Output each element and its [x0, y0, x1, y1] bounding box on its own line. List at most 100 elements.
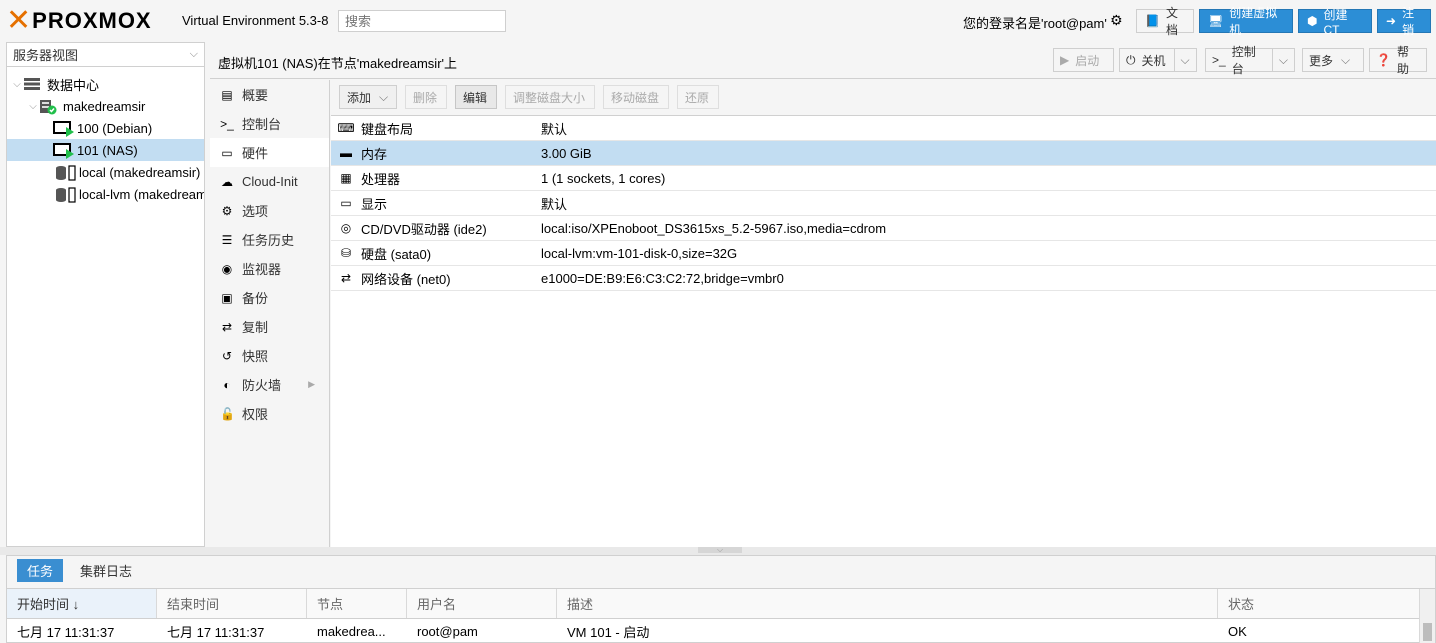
panel-splitter[interactable]: ⌵ — [0, 546, 1436, 555]
nav-permissions[interactable]: 🔓 权限 — [210, 399, 329, 428]
help-button[interactable]: ❓ 帮助 — [1369, 45, 1427, 76]
resize-disk-button[interactable]: 调整磁盘大小 — [505, 85, 595, 109]
keyboard-icon: ⌨ — [337, 121, 355, 135]
collapse-icon[interactable]: ⌵ — [27, 101, 39, 112]
content-header: 虚拟机101 (NAS)在节点'makedreamsir'上 ▶ 启动 ⏻ 关机… — [210, 42, 1436, 79]
col-description[interactable]: 描述 — [557, 589, 1218, 618]
cpu-icon: ▦ — [340, 171, 352, 185]
terminal-icon: >_ — [220, 116, 234, 131]
brand-name: PROXMOX — [32, 8, 152, 33]
chevron-down-icon: ⌵ — [1341, 52, 1351, 67]
hdd-icon: ⛁ — [340, 246, 352, 260]
create-ct-button[interactable]: ⬢ 创建CT — [1298, 8, 1372, 37]
retweet-icon: ⇄ — [221, 319, 233, 334]
product-version: Virtual Environment 5.3-8 — [182, 13, 329, 28]
table-row[interactable]: 七月 17 11:31:37 七月 17 11:31:37 makedrea..… — [7, 619, 1435, 643]
storage-icon — [55, 165, 76, 181]
console-button[interactable]: >_ 控制台 ⌵ — [1205, 45, 1295, 76]
vm-config-nav: ▤ 概要 >_ 控制台 ▭ 硬件 ☁ Cloud-Init ⚙ 选项 ☰ 任务历史 ◉ 监视器… — [210, 80, 330, 547]
nav-firewall[interactable]: ◐ 防火墙 ▶ — [210, 370, 329, 399]
docs-button[interactable]: 📘 文档 — [1136, 6, 1194, 37]
tree-item-datacenter[interactable]: ⌵ 数据中心 — [7, 73, 204, 95]
vm-running-icon — [53, 121, 74, 137]
hw-row-cdrom[interactable]: ◎ CD/DVD驱动器 (ide2) local:iso/XPEnoboot_D… — [331, 216, 1436, 241]
nav-console[interactable]: >_ 控制台 — [210, 109, 329, 138]
scrollbar-thumb[interactable] — [1423, 623, 1432, 641]
tab-cluster-log[interactable]: 集群日志 — [70, 559, 142, 582]
remove-button[interactable]: 删除 — [405, 85, 447, 109]
edit-button[interactable]: 编辑 — [455, 85, 497, 109]
move-disk-button[interactable]: 移动磁盘 — [603, 85, 669, 109]
nav-snapshots[interactable]: ↺ 快照 — [210, 341, 329, 370]
nav-hardware[interactable]: ▭ 硬件 — [210, 138, 329, 167]
cube-icon: ⬢ — [1307, 14, 1318, 28]
col-end-time[interactable]: 结束时间 — [157, 589, 307, 618]
tree-item-storage-local[interactable]: local (makedreamsir) — [7, 161, 204, 183]
hw-row-keyboard[interactable]: ⌨ 键盘布局 默认 — [331, 116, 1436, 141]
hw-row-network[interactable]: ⇄ 网络设备 (net0) e1000=DE:B9:E6:C3:C2:72,br… — [331, 266, 1436, 291]
nav-cloud-init[interactable]: ☁ Cloud-Init — [210, 167, 329, 196]
unlock-icon: 🔓 — [220, 406, 235, 421]
user-settings-gear-icon[interactable]: ⚙ — [1110, 12, 1123, 29]
col-start-time[interactable]: 开始时间 ↓ — [7, 589, 157, 618]
col-status[interactable]: 状态 — [1218, 589, 1421, 618]
sign-out-icon: ➜ — [1386, 14, 1397, 28]
tree-item-storage-local-lvm[interactable]: local-lvm (makedreamsir) — [7, 183, 204, 205]
logout-button[interactable]: ➜ 注销 — [1377, 6, 1431, 37]
tree-item-node[interactable]: ⌵ makedreamsir — [7, 95, 204, 117]
shutdown-button[interactable]: ⏻ 关机 ⌵ — [1119, 48, 1197, 72]
resource-tree-panel: 服务器视图 ⌵ ⌵ 数据中心 ⌵ makedreamsir 100 (Debia… — [6, 42, 205, 547]
history-icon: ↺ — [221, 348, 233, 363]
chevron-down-icon[interactable]: ⌵ — [1173, 49, 1190, 71]
nav-monitor[interactable]: ◉ 监视器 — [210, 254, 329, 283]
collapse-icon[interactable]: ⌵ — [11, 79, 23, 90]
book-icon: ▤ — [221, 87, 233, 102]
book-icon: 📘 — [1145, 14, 1160, 28]
list-icon: ☰ — [221, 232, 233, 247]
network-icon: ⇄ — [340, 271, 352, 285]
start-button[interactable]: ▶ 启动 — [1053, 48, 1114, 72]
log-scrollbar[interactable] — [1419, 589, 1435, 643]
page-title: 虚拟机101 (NAS)在节点'makedreamsir'上 — [218, 56, 458, 71]
hardware-toolbar: 添加 ⌵ 删除 编辑 调整磁盘大小 移动磁盘 还原 — [331, 80, 1436, 116]
power-icon: ⏻ — [1126, 52, 1136, 67]
hw-row-processor[interactable]: ▦ 处理器 1 (1 sockets, 1 cores) — [331, 166, 1436, 191]
view-selector[interactable]: 服务器视图 ⌵ — [7, 43, 204, 67]
nav-task-history[interactable]: ☰ 任务历史 — [210, 225, 329, 254]
cloud-icon: ☁ — [221, 174, 233, 189]
nav-options[interactable]: ⚙ 选项 — [210, 196, 329, 225]
tree-item-vm-100[interactable]: 100 (Debian) — [7, 117, 204, 139]
vm-running-icon — [53, 143, 74, 159]
tree-item-vm-101[interactable]: 101 (NAS) — [7, 139, 204, 161]
login-info: 您的登录名是'root@pam' — [963, 16, 1107, 31]
nav-replication[interactable]: ⇄ 复制 — [210, 312, 329, 341]
memory-icon: ▬ — [340, 146, 352, 160]
revert-button[interactable]: 还原 — [677, 85, 719, 109]
storage-icon — [55, 187, 76, 203]
search-input[interactable] — [338, 10, 506, 32]
chevron-down-icon[interactable]: ⌵ — [1271, 49, 1288, 71]
collapse-handle-icon[interactable]: ⌵ — [698, 546, 742, 554]
top-bar: ✕ PROXMOX Virtual Environment 5.3-8 您的登录… — [0, 0, 1436, 42]
monitor-icon: ▭ — [221, 145, 233, 160]
terminal-icon: >_ — [1212, 53, 1226, 67]
log-tabs: 任务 集群日志 — [7, 556, 1435, 589]
tab-tasks[interactable]: 任务 — [17, 559, 64, 582]
hw-row-display[interactable]: ▭ 显示 默认 — [331, 191, 1436, 216]
hw-row-harddisk[interactable]: ⛁ 硬盘 (sata0) local-lvm:vm-101-disk-0,siz… — [331, 241, 1436, 266]
proxmox-logo: ✕ PROXMOX — [6, 6, 152, 36]
nav-backup[interactable]: ▣ 备份 — [210, 283, 329, 312]
log-table-header: 开始时间 ↓ 结束时间 节点 用户名 描述 状态 — [7, 589, 1435, 619]
shield-icon: ◐ — [223, 377, 231, 392]
more-button[interactable]: 更多 ⌵ — [1302, 48, 1364, 72]
add-button[interactable]: 添加 ⌵ — [339, 85, 397, 109]
create-vm-button[interactable]: 🖥 创建虚拟机 — [1199, 6, 1293, 37]
log-panel: 任务 集群日志 开始时间 ↓ 结束时间 节点 用户名 描述 状态 七月 17 1… — [6, 555, 1436, 643]
question-circle-icon: ❓ — [1376, 53, 1391, 67]
resource-tree: ⌵ 数据中心 ⌵ makedreamsir 100 (Debian) 101 (… — [7, 67, 204, 205]
eye-icon: ◉ — [221, 261, 233, 276]
col-node[interactable]: 节点 — [307, 589, 407, 618]
hw-row-memory[interactable]: ▬ 内存 3.00 GiB — [331, 141, 1436, 166]
nav-summary[interactable]: ▤ 概要 — [210, 80, 329, 109]
col-user[interactable]: 用户名 — [407, 589, 557, 618]
